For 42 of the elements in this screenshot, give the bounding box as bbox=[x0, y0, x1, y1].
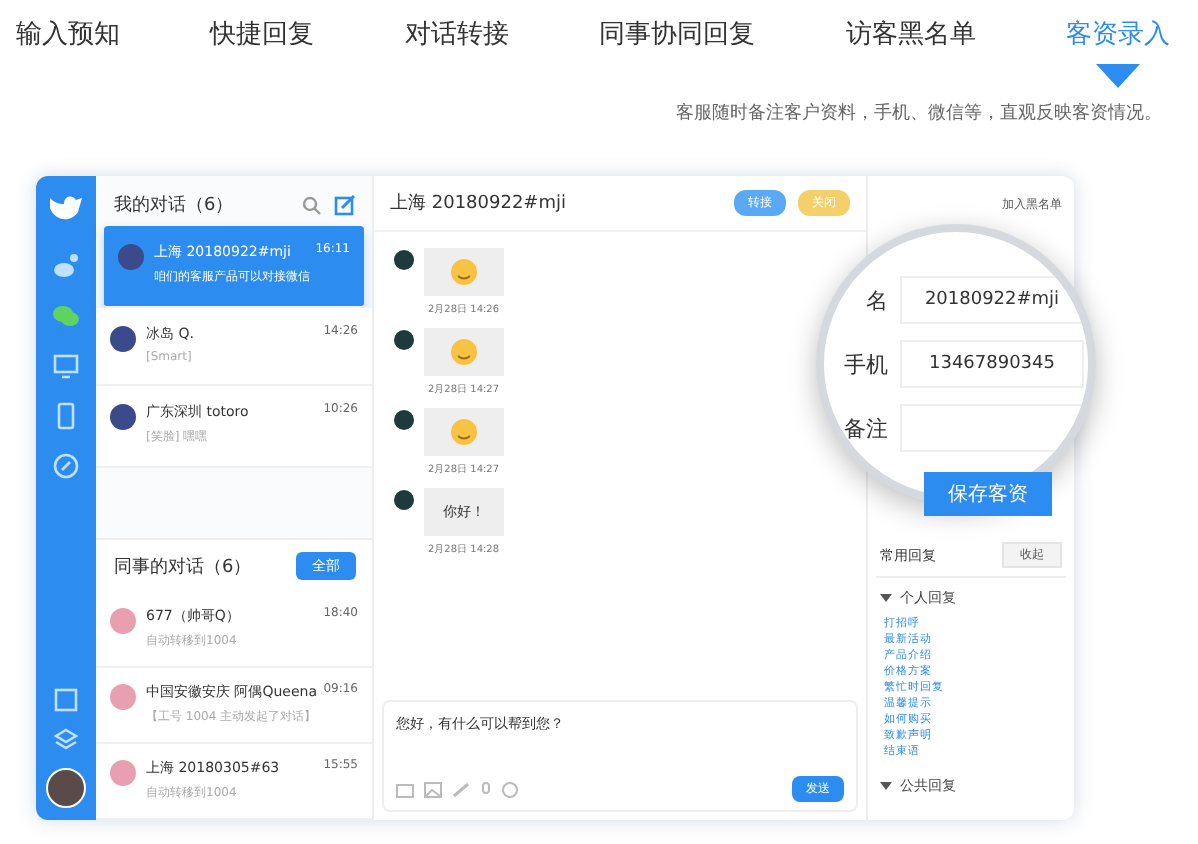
search-icon[interactable] bbox=[302, 195, 322, 215]
input-field[interactable]: 13467890345 bbox=[900, 340, 1084, 388]
phone-icon[interactable] bbox=[52, 402, 80, 430]
input-field[interactable]: 20180922#mji bbox=[900, 276, 1084, 324]
avatar bbox=[110, 326, 136, 352]
caret-icon[interactable] bbox=[880, 592, 892, 604]
input-field[interactable] bbox=[900, 404, 1084, 452]
bird-logo-icon bbox=[48, 192, 84, 224]
emoji-icon bbox=[450, 258, 478, 286]
pointer-icon bbox=[1095, 64, 1140, 88]
caret-icon[interactable] bbox=[880, 780, 892, 792]
avatar bbox=[394, 250, 414, 270]
wechat-icon[interactable] bbox=[52, 302, 80, 330]
emoji-icon bbox=[450, 338, 478, 366]
avatar bbox=[394, 410, 414, 430]
field-label: 名 bbox=[864, 285, 888, 315]
compass-icon[interactable] bbox=[52, 452, 80, 480]
avatar bbox=[394, 330, 414, 350]
feature-tab[interactable]: 同事协同回复 bbox=[599, 16, 756, 92]
field-label: 备注 bbox=[842, 413, 888, 443]
user-avatar[interactable] bbox=[46, 768, 86, 808]
avatar bbox=[118, 244, 144, 270]
edit-icon[interactable] bbox=[334, 194, 356, 216]
feature-tab[interactable]: 输入预知 bbox=[16, 16, 120, 92]
avatar bbox=[394, 490, 414, 510]
section-title: 我的对话（6） bbox=[114, 193, 236, 218]
avatar bbox=[110, 760, 136, 786]
feature-tab[interactable]: 访客黑名单 bbox=[845, 16, 976, 92]
weibo-icon[interactable] bbox=[52, 252, 80, 280]
emoji-icon bbox=[450, 418, 478, 446]
avatar bbox=[110, 684, 136, 710]
image-icon[interactable] bbox=[424, 781, 442, 797]
monitor-icon[interactable] bbox=[52, 352, 80, 380]
feature-tab[interactable]: 对话转接 bbox=[404, 16, 509, 92]
feature-description: 客服随时备注客户资料，手机、微信等，直观反映客资情况。 bbox=[674, 101, 1164, 126]
avatar bbox=[110, 404, 136, 430]
chat-title: 上海 20180922#mji bbox=[390, 191, 568, 216]
section-title: 同事的对话（6） bbox=[114, 555, 254, 579]
layers-icon[interactable] bbox=[54, 728, 78, 752]
avatar bbox=[110, 608, 136, 634]
feature-tab[interactable]: 快捷回复 bbox=[210, 16, 315, 92]
field-label: 手机 bbox=[842, 349, 888, 379]
